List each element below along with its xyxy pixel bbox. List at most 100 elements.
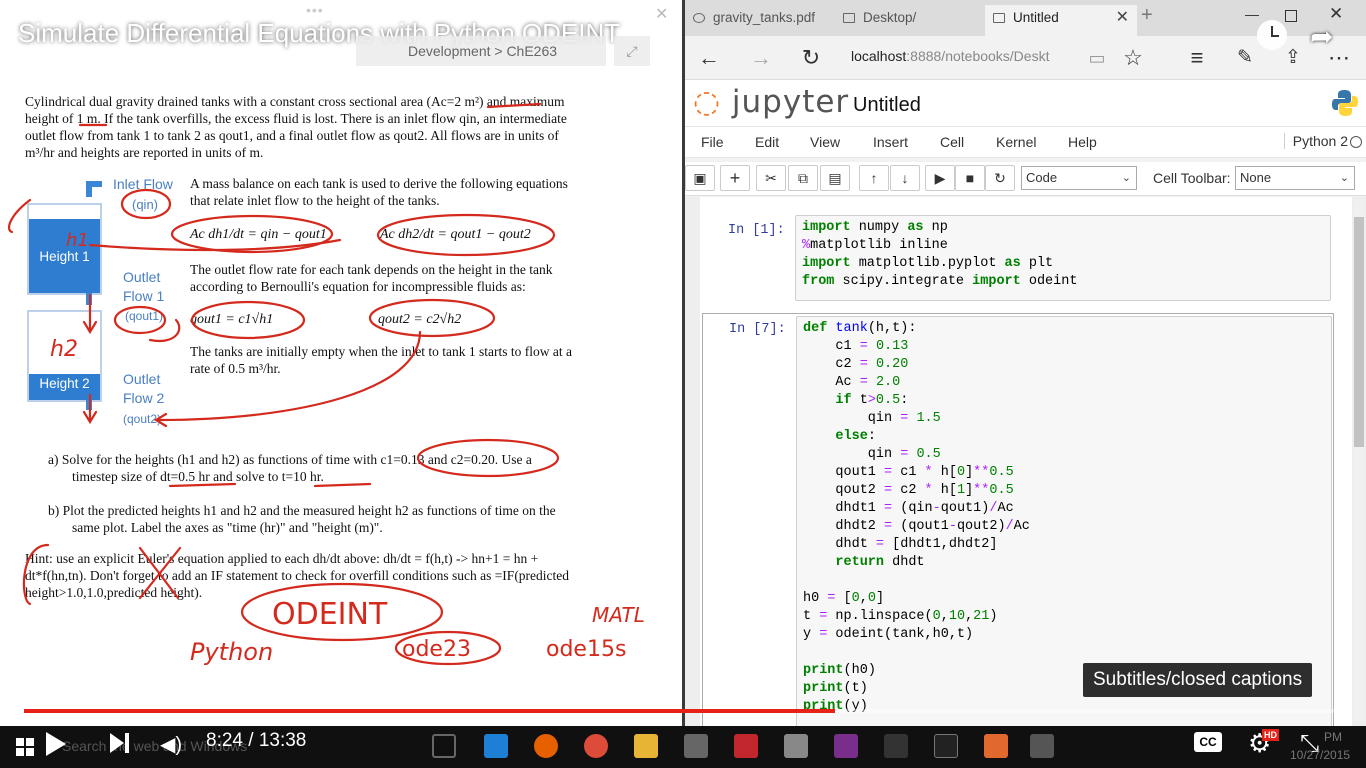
menu-insert[interactable]: Insert xyxy=(873,134,908,150)
save-icon[interactable]: ▣ xyxy=(685,165,715,191)
url-input[interactable]: localhost:8888/notebooks/Deskt xyxy=(851,48,1099,70)
code-block[interactable]: def tank(h,t): c1 = 0.13 c2 = 0.20 Ac = … xyxy=(797,317,1331,719)
document-pane: Cylindrical dual gravity drained tanks w… xyxy=(0,0,682,726)
url-host: localhost xyxy=(851,48,907,64)
kernel-name: Python 2 xyxy=(1283,133,1348,149)
copy-icon[interactable]: ⧉ xyxy=(788,165,818,191)
ink-h2: h2 xyxy=(50,337,78,362)
back-icon[interactable]: ← xyxy=(695,46,723,70)
cut-icon[interactable]: ✂ xyxy=(756,165,786,191)
chrome-icon xyxy=(584,734,608,758)
share-arrow-icon[interactable]: ➦ xyxy=(1310,20,1333,53)
maximize-icon[interactable] xyxy=(1285,10,1297,22)
cell-input[interactable]: import numpy as np %matplotlib inline im… xyxy=(795,215,1331,301)
forward-icon[interactable]: → xyxy=(747,46,775,70)
code-block[interactable]: import numpy as np %matplotlib inline im… xyxy=(796,216,1330,294)
breadcrumb-text: Development > ChE263 xyxy=(408,43,558,59)
tab-desktop[interactable]: Desktop/ xyxy=(835,5,985,36)
kernel-status-icon xyxy=(1350,136,1362,148)
store-icon xyxy=(684,734,708,758)
paste-icon[interactable]: ▤ xyxy=(820,165,850,191)
share-icon[interactable]: ⇪ xyxy=(1279,46,1307,70)
chevron-down-icon: ⌄ xyxy=(1339,172,1349,184)
scrollbar-thumb[interactable] xyxy=(1354,217,1364,447)
menu-edit[interactable]: Edit xyxy=(755,134,779,150)
watch-later-icon[interactable] xyxy=(1257,20,1287,50)
jupyter-logo-mark: ◌ xyxy=(693,84,722,120)
ink-matlab: MATL xyxy=(592,603,645,627)
cell-type-select[interactable]: Code ⌄ xyxy=(1021,166,1137,190)
cell-toolbar-select[interactable]: None ⌄ xyxy=(1235,166,1355,190)
menu-help[interactable]: Help xyxy=(1068,134,1097,150)
player-controls: Search the web and Windows ◀) 8:24 / 13:… xyxy=(0,726,1366,768)
ink-circle-eq3 xyxy=(190,300,306,340)
jupyter-header: ◌ jupyter Untitled xyxy=(685,80,1366,126)
ink-arrow-down-1 xyxy=(82,293,98,335)
ipython-icon xyxy=(1030,734,1054,758)
url-path: :8888/notebooks/Deskt xyxy=(906,48,1050,64)
tab-gravity-tanks[interactable]: gravity_tanks.pdf xyxy=(685,5,835,36)
ink-underline-ac xyxy=(486,102,542,109)
play-button[interactable] xyxy=(46,732,66,756)
menu-view[interactable]: View xyxy=(810,134,840,150)
ink-circle-qin xyxy=(120,188,172,220)
notebook-area: In [1]: import numpy as np %matplotlib i… xyxy=(685,197,1366,726)
firefox-icon xyxy=(534,734,558,758)
jupyter-logo[interactable]: ◌ jupyter xyxy=(693,84,849,120)
hub-icon[interactable]: ≡ xyxy=(1183,46,1211,70)
close-icon[interactable]: ✕ xyxy=(655,4,668,24)
ink-ode23: ode23 xyxy=(402,637,471,662)
ink-bracket xyxy=(22,543,50,606)
folder-icon xyxy=(843,13,855,23)
matlab-icon xyxy=(984,734,1008,758)
ink-python: Python xyxy=(190,638,273,666)
move-down-icon[interactable]: ↓ xyxy=(890,165,920,191)
insert-cell-icon[interactable]: + xyxy=(720,165,750,191)
terminal-icon xyxy=(934,734,958,758)
jupyter-logo-text: jupyter xyxy=(731,84,850,120)
page-icon xyxy=(993,13,1005,23)
move-up-icon[interactable]: ↑ xyxy=(859,165,889,191)
code-cell[interactable]: In [1]: import numpy as np %matplotlib i… xyxy=(702,211,1334,303)
new-tab-icon[interactable]: + xyxy=(1141,4,1153,27)
tab-untitled[interactable]: Untitled ✕ xyxy=(985,5,1137,36)
restart-icon[interactable]: ↻ xyxy=(985,165,1015,191)
reading-view-icon[interactable]: ▭ xyxy=(1083,46,1111,70)
progress-played[interactable] xyxy=(24,709,835,713)
ink-underline-dt xyxy=(168,482,237,488)
notebook-title[interactable]: Untitled xyxy=(853,94,921,117)
hd-badge: HD xyxy=(1262,729,1279,741)
web-note-icon[interactable]: ✎ xyxy=(1231,46,1259,70)
ink-circle-eq1 xyxy=(170,214,334,254)
more-options-icon[interactable]: ••• xyxy=(306,2,324,18)
stop-icon[interactable]: ■ xyxy=(955,165,985,191)
ink-annotations: ODEINT Python MATL ode23 ode15s h1 h2 xyxy=(7,102,645,666)
ink-cross xyxy=(138,546,182,600)
subtitles-button[interactable]: CC xyxy=(1194,732,1222,752)
system-clock-time: PM xyxy=(1324,730,1342,744)
run-icon[interactable]: ▶ xyxy=(925,165,955,191)
menu-file[interactable]: File xyxy=(701,134,724,150)
refresh-icon[interactable]: ↻ xyxy=(797,46,825,70)
app-icon xyxy=(784,734,808,758)
volume-icon[interactable]: ◀) xyxy=(160,732,182,757)
system-clock-date: 10/27/2015 xyxy=(1290,748,1351,762)
edge-icon xyxy=(484,734,508,758)
menu-cell[interactable]: Cell xyxy=(940,134,964,150)
favorite-star-icon[interactable]: ☆ xyxy=(1119,46,1147,70)
menu-kernel[interactable]: Kernel xyxy=(996,134,1036,150)
pdf-icon xyxy=(693,13,705,23)
close-tab-icon[interactable]: ✕ xyxy=(1116,5,1129,31)
onenote-icon xyxy=(834,734,858,758)
minimize-icon[interactable]: — xyxy=(1245,6,1259,22)
r-icon xyxy=(734,734,758,758)
cell-prompt: In [7]: xyxy=(729,322,786,337)
file-explorer-icon xyxy=(634,734,658,758)
chevron-down-icon: ⌄ xyxy=(1121,172,1131,184)
menu-bar: File Edit View Insert Cell Kernel Help P… xyxy=(685,126,1366,158)
cell-type-value: Code xyxy=(1026,170,1058,185)
ink-arrow-inlet xyxy=(7,198,32,234)
next-button[interactable] xyxy=(110,733,132,755)
ink-h1: h1 xyxy=(66,230,89,251)
task-view-icon xyxy=(432,734,456,758)
